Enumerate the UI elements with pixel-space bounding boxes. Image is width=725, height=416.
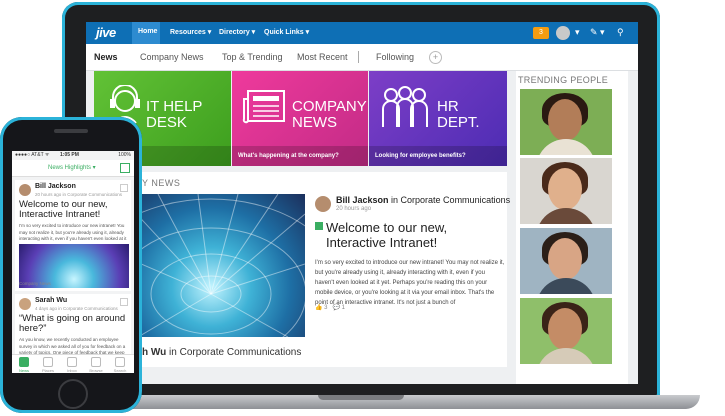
nav-resources[interactable]: Resources ▾ <box>170 28 211 36</box>
search-icon <box>115 357 125 367</box>
newspaper-icon <box>242 90 285 124</box>
tab-label: News <box>18 368 29 373</box>
tab-separator <box>358 51 359 63</box>
jive-logo[interactable]: jive <box>96 25 116 40</box>
tab-label: Search <box>113 368 127 373</box>
tab-label: Browse <box>89 368 103 373</box>
desktop-screen: jive Home Resources ▾ Directory ▾ Quick … <box>86 22 638 384</box>
post-body: I'm so very excited to introduce our new… <box>315 260 505 306</box>
comment-count: 1 <box>341 305 346 311</box>
post-title[interactable]: “What is going on around here?” <box>19 314 131 334</box>
chevron-down-icon[interactable]: ▾ <box>600 27 605 38</box>
home-button[interactable] <box>58 379 88 409</box>
battery: 100% <box>118 152 131 158</box>
tile-title: COMPANY NEWS <box>292 98 367 131</box>
trending-person-photo[interactable] <box>520 298 612 364</box>
compose-icon[interactable] <box>120 163 130 173</box>
trending-people-panel: TRENDING PEOPLE <box>516 71 628 384</box>
status-bar: ●●●●○ AT&T ᯤ 1:05 PM 100% <box>12 151 134 160</box>
phone-post-card[interactable]: Sarah Wu 4 days ago in Corporate Communi… <box>15 294 131 356</box>
like-icon[interactable]: 👍 <box>315 305 322 311</box>
tab-places[interactable]: Places <box>36 357 60 373</box>
post-tag[interactable]: Company News <box>19 281 51 286</box>
post-title[interactable]: Welcome to our new, Interactive Intranet… <box>19 200 131 220</box>
inbox-icon <box>67 357 77 367</box>
trending-heading: TRENDING PEOPLE <box>518 75 609 85</box>
tile-hr-dept[interactable]: HR DEPT. Looking for employee benefits? <box>369 71 507 166</box>
tab-browse[interactable]: Browse <box>84 357 108 373</box>
tab-most-recent[interactable]: Most Recent <box>297 52 348 62</box>
stream-tabs: News Company News Top & Trending Most Re… <box>86 44 638 71</box>
author-name[interactable]: h Wu <box>142 347 166 358</box>
tab-inbox[interactable]: Inbox <box>60 357 84 373</box>
tab-label: Places <box>41 368 54 373</box>
tile-caption: Looking for employee benefits? <box>369 146 507 166</box>
post-subline: 4 days ago in Corporate Communications <box>35 306 118 311</box>
news-icon <box>19 357 29 367</box>
like-count: 3 <box>324 305 328 311</box>
search-icon[interactable]: ⚲ <box>617 27 624 38</box>
trending-person-photo[interactable] <box>520 228 612 294</box>
tab-company-news[interactable]: Company News <box>140 52 204 62</box>
phone-header: News Highlights ▾ <box>12 160 134 177</box>
next-post-author: h Wu in Corporate Communications <box>142 347 301 358</box>
tab-label: Inbox <box>67 368 77 373</box>
author-name[interactable]: Bill Jackson <box>336 195 389 205</box>
author-avatar[interactable] <box>19 298 31 310</box>
tab-following[interactable]: Following <box>376 52 414 62</box>
add-tab-icon[interactable]: + <box>429 51 442 64</box>
clock: 1:05 PM <box>60 152 79 158</box>
tab-top-trending[interactable]: Top & Trending <box>222 52 283 62</box>
tile-title: IT HELP DESK <box>146 98 203 131</box>
places-icon <box>43 357 53 367</box>
people-icon <box>382 86 428 127</box>
comment-icon[interactable]: 💬 <box>333 305 340 311</box>
nav-directory[interactable]: Directory ▾ <box>219 28 255 36</box>
post-author: Bill Jackson in Corporate Communications <box>336 195 510 205</box>
tab-search[interactable]: Search <box>108 357 132 373</box>
author-name[interactable]: Bill Jackson <box>35 183 76 190</box>
author-avatar[interactable] <box>315 196 331 212</box>
phone-post-card[interactable]: Bill Jackson 20 hours ago in Corporate C… <box>15 180 131 291</box>
hero-image[interactable] <box>118 194 305 337</box>
tile-company-news[interactable]: COMPANY NEWS What's happening at the com… <box>232 71 368 166</box>
author-avatar[interactable] <box>19 184 31 196</box>
trending-person-photo[interactable] <box>520 158 612 224</box>
author-name[interactable]: Sarah Wu <box>35 297 67 304</box>
phone-frame: ●●●●○ AT&T ᯤ 1:05 PM 100% News Highlight… <box>0 117 142 413</box>
pencil-icon[interactable]: ✎ <box>590 27 598 38</box>
blog-post-icon <box>315 222 323 230</box>
tab-news[interactable]: News <box>12 357 36 373</box>
browse-icon <box>91 357 101 367</box>
post-place: in Corporate Communications <box>166 347 302 358</box>
glass-dome-graphic <box>118 194 305 337</box>
checkbox-icon[interactable] <box>120 298 128 306</box>
post-meta: 👍 3 💬 1 <box>315 304 345 311</box>
phone-screen: ●●●●○ AT&T ᯤ 1:05 PM 100% News Highlight… <box>12 151 134 373</box>
nav-home[interactable]: Home <box>138 28 157 35</box>
stream-selector[interactable]: News Highlights ▾ <box>48 164 96 171</box>
post-title[interactable]: Welcome to our new, Interactive Intranet… <box>326 220 504 250</box>
post-time: 20 hours ago <box>336 206 372 212</box>
tab-news[interactable]: News <box>94 52 118 62</box>
nav-quick-links[interactable]: Quick Links ▾ <box>264 28 309 36</box>
chevron-down-icon[interactable]: ▾ <box>575 27 580 38</box>
checkbox-icon[interactable] <box>120 184 128 192</box>
phone-tab-bar: News Places Inbox Browse Search <box>12 354 134 373</box>
laptop-notch <box>318 395 404 400</box>
carrier: ●●●●○ AT&T ᯤ <box>15 152 50 158</box>
phone-speaker <box>54 129 88 133</box>
post-subline: 20 hours ago in Corporate Communications <box>35 192 123 197</box>
tile-title: HR DEPT. <box>437 98 480 131</box>
top-navigation-bar: jive Home Resources ▾ Directory ▾ Quick … <box>86 22 638 44</box>
user-avatar[interactable] <box>556 26 570 40</box>
trending-person-photo[interactable] <box>520 89 612 155</box>
tile-caption: What's happening at the company? <box>232 146 368 166</box>
notification-badge[interactable]: 3 <box>533 27 549 39</box>
post-place: in Corporate Communications <box>388 195 511 205</box>
news-panel: Y NEWS Bill Jackson in Corporate Communi… <box>94 172 510 367</box>
section-heading: Y NEWS <box>142 178 181 188</box>
